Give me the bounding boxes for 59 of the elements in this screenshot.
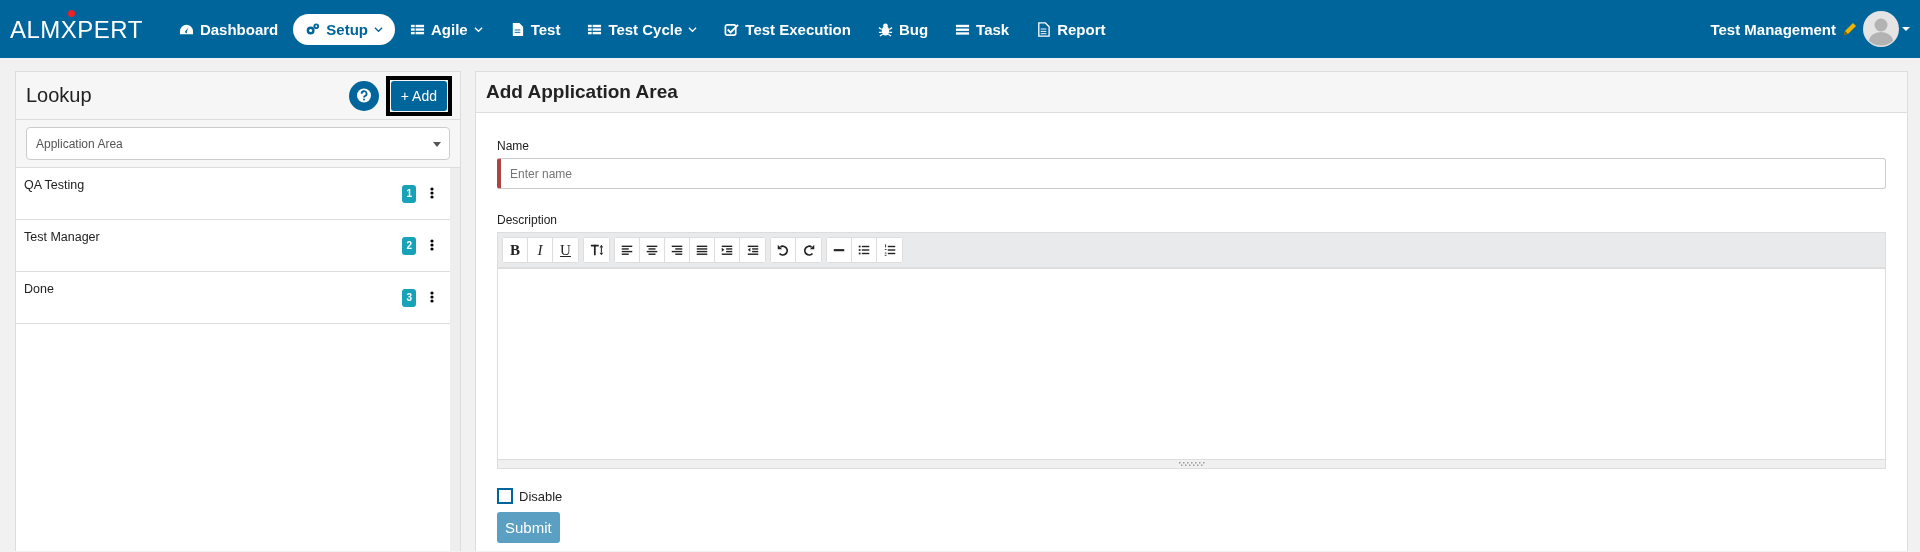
count-badge: 2 xyxy=(402,237,416,255)
fontsize-button[interactable] xyxy=(584,238,609,262)
bold-button[interactable]: B xyxy=(503,238,528,262)
lookup-select[interactable]: Application Area xyxy=(26,127,450,160)
more-icon[interactable] xyxy=(430,187,434,199)
nav-item[interactable]: Test Cycle xyxy=(575,13,710,45)
caret-icon[interactable] xyxy=(1902,25,1910,33)
align-right-icon xyxy=(670,243,684,257)
add-button[interactable]: + Add xyxy=(390,80,447,111)
nav-item[interactable]: Bug xyxy=(865,13,941,45)
checkbox-icon xyxy=(724,21,740,37)
nav-item[interactable]: Setup xyxy=(293,13,395,45)
bullet-list-icon xyxy=(857,243,871,257)
lookup-item[interactable]: QA Testing 1 xyxy=(16,168,450,220)
nav-item[interactable]: Test xyxy=(497,13,573,45)
chevron-down-icon xyxy=(473,24,483,34)
count-badge: 1 xyxy=(402,185,416,203)
text-size-icon xyxy=(589,243,604,257)
nav-item[interactable]: Test Execution xyxy=(712,13,863,45)
gears-icon xyxy=(305,21,321,37)
nav-item[interactable]: Report xyxy=(1024,13,1118,45)
justify-icon xyxy=(695,243,709,257)
align-center-icon xyxy=(645,243,659,257)
count-badge: 3 xyxy=(402,289,416,307)
align-left-icon xyxy=(620,243,634,257)
chevron-down-icon xyxy=(688,24,698,34)
avatar[interactable] xyxy=(1863,11,1899,47)
undo-button[interactable] xyxy=(771,238,796,262)
project-name[interactable]: Test Management xyxy=(1710,20,1836,38)
nav-item[interactable]: Dashboard xyxy=(166,13,291,45)
undo-icon xyxy=(776,243,790,257)
report-icon xyxy=(1036,21,1052,37)
indent-icon xyxy=(720,243,734,257)
chevron-down-icon xyxy=(373,24,383,34)
rich-text-editor[interactable]: B I U xyxy=(497,232,1886,469)
numbered-list-icon xyxy=(882,243,897,257)
bug-icon xyxy=(877,21,893,37)
checkbox[interactable] xyxy=(497,488,513,504)
more-icon[interactable] xyxy=(430,239,434,251)
lookup-item[interactable]: Test Manager 2 xyxy=(16,220,450,272)
panel-title: Lookup xyxy=(26,84,93,107)
lookup-item[interactable]: Done 3 xyxy=(16,272,450,324)
nav-item[interactable]: Task xyxy=(943,13,1022,45)
field-label: Description xyxy=(497,213,559,227)
pencil-icon[interactable] xyxy=(1842,21,1858,37)
nav-item[interactable]: Agile xyxy=(397,13,495,45)
name-field[interactable]: Enter name xyxy=(497,158,1886,189)
field-label: Name xyxy=(497,139,530,153)
panel-title: Add Application Area xyxy=(486,81,678,103)
outdent-icon xyxy=(745,243,760,257)
checkbox-label: Disable xyxy=(519,488,563,504)
align-left-button[interactable] xyxy=(615,238,640,262)
help-icon[interactable] xyxy=(348,80,379,111)
hr-button[interactable] xyxy=(827,238,852,262)
caret-icon xyxy=(433,139,441,148)
more-icon[interactable] xyxy=(430,291,434,303)
scrollbar-track[interactable] xyxy=(450,168,460,551)
redo-icon xyxy=(801,243,816,257)
resize-grip-icon[interactable] xyxy=(1178,462,1205,466)
